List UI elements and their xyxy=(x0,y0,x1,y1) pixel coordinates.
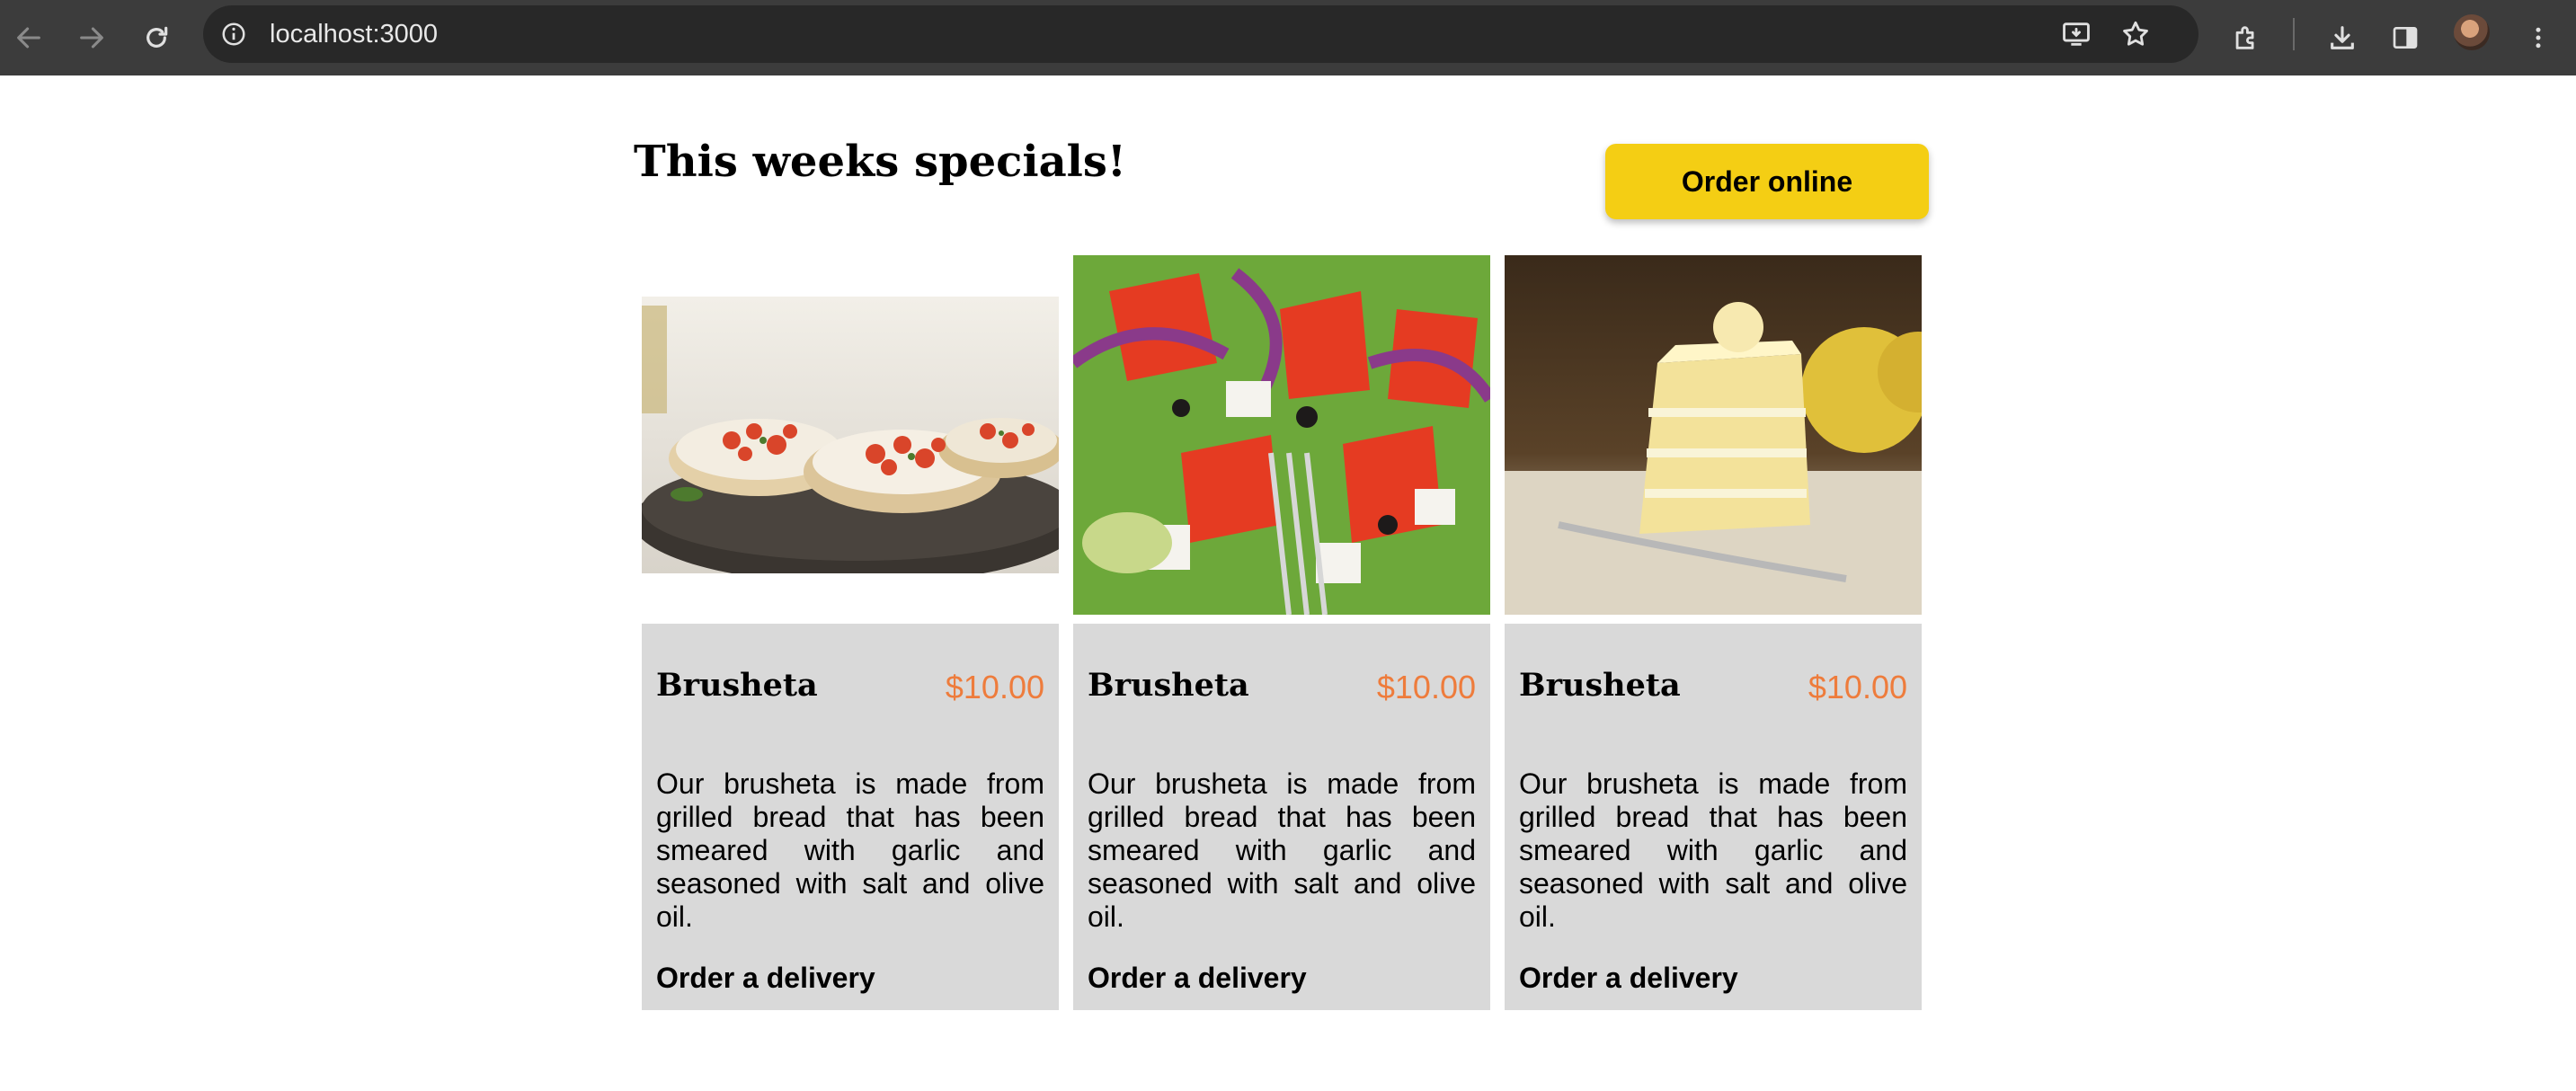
card-title: Brusheta xyxy=(1088,667,1249,704)
install-app-icon[interactable] xyxy=(2055,13,2098,56)
lemon-cake-photo xyxy=(1505,255,1922,615)
browser-toolbar: localhost:3000 xyxy=(0,0,2576,75)
card-title: Brusheta xyxy=(1519,667,1681,704)
order-online-button[interactable]: Order online xyxy=(1605,144,1929,219)
reload-icon[interactable] xyxy=(135,16,178,59)
card-description: Our brusheta is made from grilled bread … xyxy=(1088,767,1476,933)
special-card-2: Brusheta $10.00 Our brusheta is made fro… xyxy=(1073,624,1490,1010)
download-icon[interactable] xyxy=(2321,16,2364,59)
card-price: $10.00 xyxy=(1808,669,1907,705)
bookmark-star-icon[interactable] xyxy=(2114,13,2157,56)
toolbar-divider xyxy=(2293,18,2295,50)
extensions-puzzle-icon[interactable] xyxy=(2225,16,2268,59)
more-menu-icon[interactable] xyxy=(2517,16,2560,59)
special-card-3: Brusheta $10.00 Our brusheta is made fro… xyxy=(1505,624,1922,1010)
forward-arrow-icon[interactable] xyxy=(70,16,113,59)
bruschetta-photo xyxy=(642,297,1059,573)
order-delivery-link[interactable]: Order a delivery xyxy=(1088,962,1307,995)
card-title: Brusheta xyxy=(656,667,818,704)
back-arrow-icon[interactable] xyxy=(7,16,50,59)
greek-salad-photo xyxy=(1073,255,1490,615)
page-title: This weeks specials! xyxy=(634,137,1126,187)
address-bar[interactable]: localhost:3000 xyxy=(203,5,2198,63)
order-delivery-link[interactable]: Order a delivery xyxy=(1519,962,1738,995)
special-card-1: Brusheta $10.00 Our brusheta is made fro… xyxy=(642,624,1059,1010)
card-price: $10.00 xyxy=(1376,669,1476,705)
card-price: $10.00 xyxy=(945,669,1044,705)
url-text[interactable]: localhost:3000 xyxy=(270,5,438,63)
card-description: Our brusheta is made from grilled bread … xyxy=(656,767,1044,933)
site-info-icon[interactable] xyxy=(212,13,255,56)
profile-avatar[interactable] xyxy=(2454,14,2490,50)
side-panel-icon[interactable] xyxy=(2384,16,2427,59)
card-description: Our brusheta is made from grilled bread … xyxy=(1519,767,1907,933)
order-delivery-link[interactable]: Order a delivery xyxy=(656,962,875,995)
